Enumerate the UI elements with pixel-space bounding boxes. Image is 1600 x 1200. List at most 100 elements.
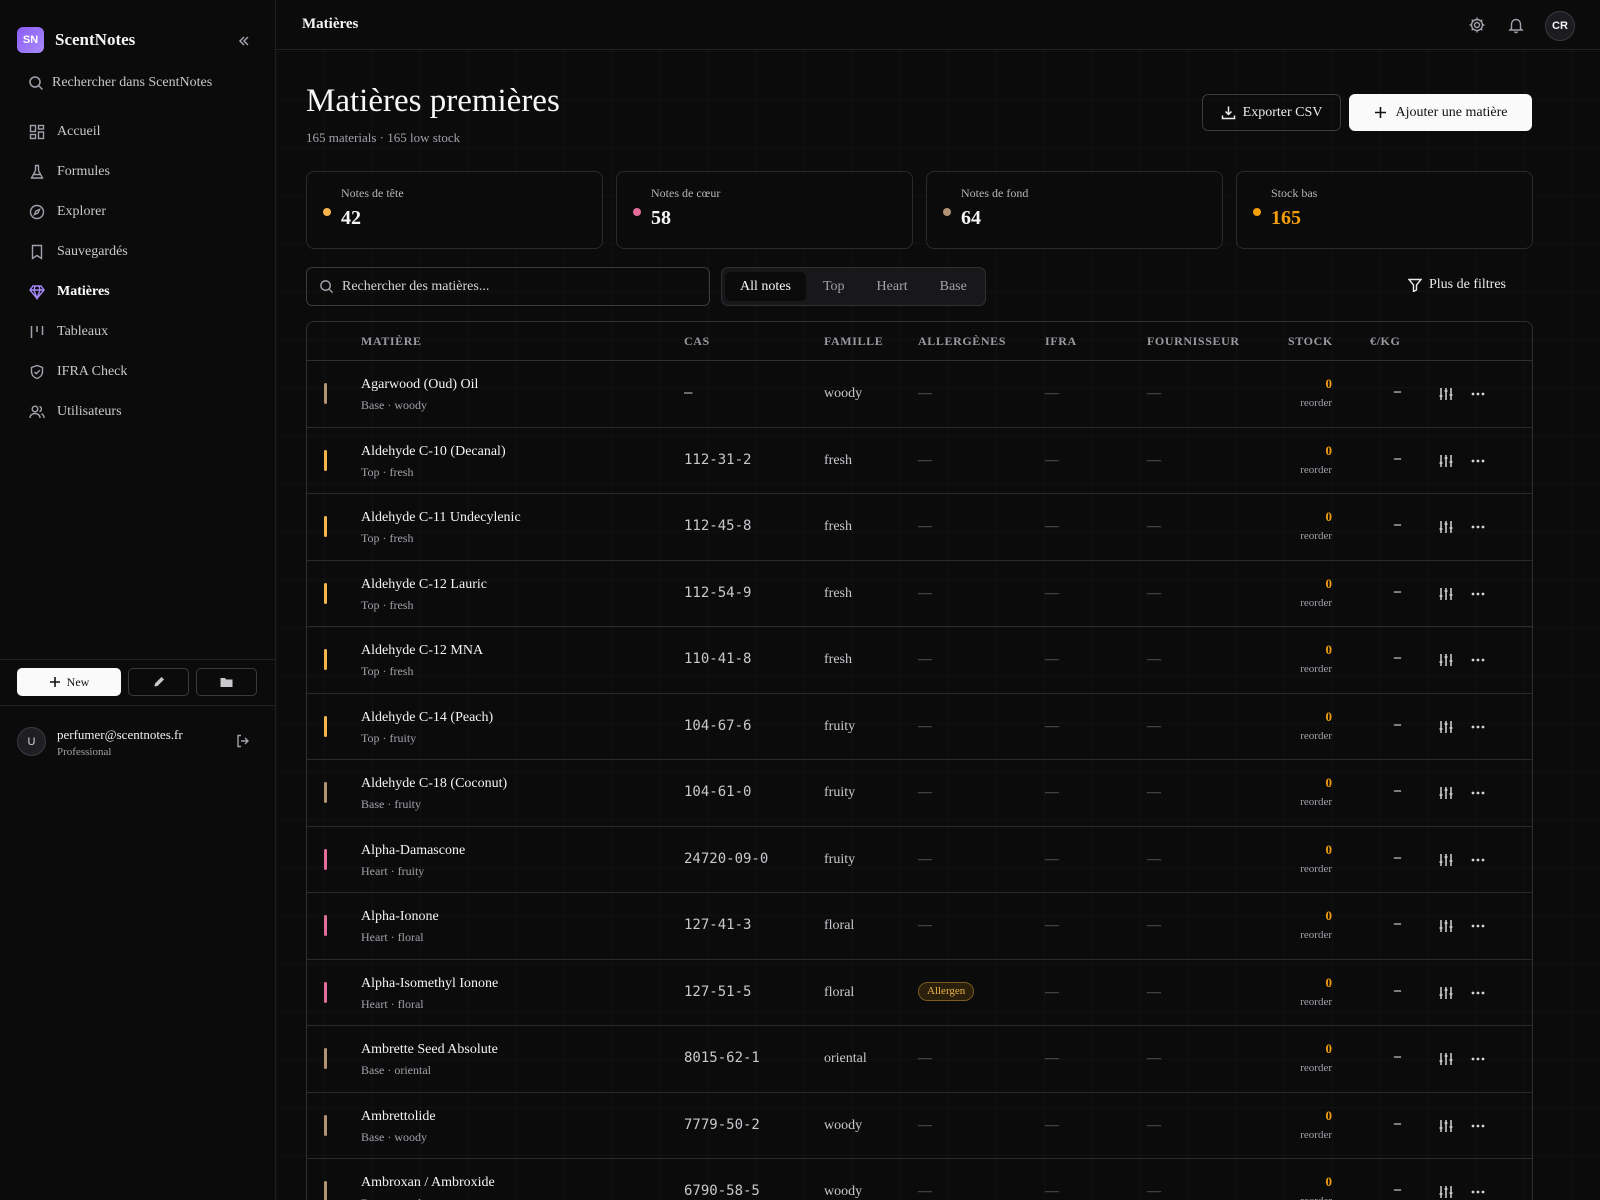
table-row[interactable]: Aldehyde C-12 MNA Top · fresh 110-41-8 fres…	[307, 627, 1532, 694]
sliders-icon[interactable]	[1438, 918, 1454, 934]
brand[interactable]: SN ScentNotes	[17, 27, 135, 53]
folder-button[interactable]	[196, 668, 257, 696]
sidebar-item-matieres[interactable]: Matières	[18, 272, 258, 312]
new-button[interactable]: New	[17, 668, 121, 696]
reorder-label: reorder	[1300, 397, 1332, 409]
more-options-icon[interactable]	[1470, 652, 1486, 668]
allergens-cell: —	[918, 851, 932, 867]
bell-icon[interactable]	[1507, 16, 1525, 34]
material-name: Aldehyde C-18 (Coconut)	[361, 776, 508, 791]
family-cell: fresh	[824, 452, 852, 468]
sliders-icon[interactable]	[1438, 586, 1454, 602]
more-options-icon[interactable]	[1470, 453, 1486, 469]
sidebar-item-label: Explorer	[57, 204, 106, 219]
export-csv-button[interactable]: Exporter CSV	[1202, 94, 1341, 131]
sidebar-item-accueil[interactable]: Accueil	[18, 112, 258, 152]
gear-icon[interactable]	[1468, 16, 1486, 34]
sidebar-item-ifra-check[interactable]: IFRA Check	[18, 352, 258, 392]
more-options-icon[interactable]	[1470, 1051, 1486, 1067]
sliders-icon[interactable]	[1438, 1118, 1454, 1134]
sliders-icon[interactable]	[1438, 519, 1454, 535]
tab-top[interactable]: Top	[808, 272, 860, 301]
sliders-icon[interactable]	[1438, 652, 1454, 668]
sidebar-item-label: Accueil	[57, 124, 101, 139]
more-options-icon[interactable]	[1470, 519, 1486, 535]
table-row[interactable]: Ambroxan / Ambroxide Base · woody 6790-58-…	[307, 1159, 1532, 1200]
table-row[interactable]: Ambrette Seed Absolute Base · oriental 801…	[307, 1026, 1532, 1093]
price-cell: –	[1394, 517, 1401, 532]
materials-search-input[interactable]: Rechercher des matières...	[306, 267, 710, 306]
column-header-matiere[interactable]: MATIÈRE	[361, 334, 422, 349]
column-header-price-per-kg[interactable]: €/KG	[1370, 334, 1400, 349]
column-header-allergenes[interactable]: ALLERGÈNES	[918, 334, 1006, 349]
tab-base[interactable]: Base	[925, 272, 982, 301]
more-options-icon[interactable]	[1470, 586, 1486, 602]
tab-all-notes[interactable]: All notes	[725, 272, 806, 301]
material-meta: Heart · floral	[361, 996, 424, 1011]
table-row[interactable]: Alpha-Damascone Heart · fruity 24720-09-0 f…	[307, 827, 1532, 893]
sliders-icon[interactable]	[1438, 453, 1454, 469]
more-filters-button[interactable]: Plus de filtres	[1408, 277, 1506, 293]
table-row[interactable]: Aldehyde C-12 Lauric Top · fresh 112-54-9 f…	[307, 561, 1532, 627]
more-options-icon[interactable]	[1470, 785, 1486, 801]
more-options-icon[interactable]	[1470, 719, 1486, 735]
ifra-cell: —	[1045, 851, 1059, 867]
stat-value: 42	[341, 207, 361, 229]
column-header-famille[interactable]: FAMILLE	[824, 334, 883, 349]
table-row[interactable]: Aldehyde C-14 (Peach) Top · fruity 104-67-…	[307, 694, 1532, 760]
collapse-sidebar-icon[interactable]	[234, 31, 254, 51]
material-name: Aldehyde C-10 (Decanal)	[361, 443, 506, 459]
table-row[interactable]: Alpha-Ionone Heart · floral 127-41-3 floral…	[307, 893, 1532, 960]
allergens-cell: —	[918, 1051, 932, 1066]
more-options-icon[interactable]	[1470, 985, 1486, 1001]
table-row[interactable]: Agarwood (Oud) Oil Base · woody — woody — — — 0…	[307, 361, 1532, 428]
supplier-cell: —	[1147, 452, 1161, 468]
sidebar-item-utilisateurs[interactable]: Utilisateurs	[18, 392, 258, 432]
column-header-ifra[interactable]: IFRA	[1045, 334, 1077, 349]
table-row[interactable]: Aldehyde C-10 (Decanal) Top · fresh 112-31…	[307, 428, 1532, 494]
more-options-icon[interactable]	[1470, 918, 1486, 934]
sliders-icon[interactable]	[1438, 1051, 1454, 1067]
ifra-cell: —	[1045, 1184, 1059, 1199]
table-row[interactable]: Ambrettolide Base · woody 7779-50-2 woody — —…	[307, 1093, 1532, 1159]
sliders-icon[interactable]	[1438, 386, 1454, 402]
sidebar-item-sauvegardes[interactable]: Sauvegardés	[18, 232, 258, 272]
sliders-icon[interactable]	[1438, 1184, 1454, 1200]
sliders-icon[interactable]	[1438, 785, 1454, 801]
stat-card-low-stock[interactable]: Stock bas 165	[1236, 171, 1533, 249]
more-options-icon[interactable]	[1470, 1118, 1486, 1134]
note-color-bar	[324, 715, 327, 737]
column-header-cas[interactable]: CAS	[684, 334, 710, 349]
sliders-icon[interactable]	[1438, 719, 1454, 735]
avatar[interactable]: CR	[1545, 11, 1575, 41]
stat-card-heart-notes[interactable]: Notes de cœur 58	[616, 171, 913, 249]
more-options-icon[interactable]	[1470, 1184, 1486, 1200]
more-options-icon[interactable]	[1470, 386, 1486, 402]
logout-icon[interactable]	[235, 733, 251, 749]
user-profile[interactable]: U perfumer@scentnotes.fr Professional	[17, 727, 259, 759]
table-row[interactable]: Alpha-Isomethyl Ionone Heart · floral 127-…	[307, 960, 1532, 1026]
cas-number: 110-41-8	[684, 651, 752, 667]
table-row[interactable]: Aldehyde C-11 Undecylenic Top · fresh 112-…	[307, 494, 1532, 561]
reorder-label: reorder	[1300, 1062, 1332, 1074]
add-material-button[interactable]: Ajouter une matière	[1349, 94, 1532, 131]
column-header-stock[interactable]: STOCK	[1288, 334, 1333, 349]
allergens-cell: —	[918, 718, 932, 734]
sidebar-item-explorer[interactable]: Explorer	[18, 192, 258, 232]
sliders-icon[interactable]	[1438, 985, 1454, 1001]
table-row[interactable]: Aldehyde C-18 (Coconut) Base · fruity 104-…	[307, 760, 1532, 827]
price-cell: –	[1394, 1182, 1401, 1197]
sliders-icon[interactable]	[1438, 852, 1454, 868]
column-header-fournisseur[interactable]: FOURNISSEUR	[1147, 334, 1240, 349]
stat-card-top-notes[interactable]: Notes de tête 42	[306, 171, 603, 249]
more-options-icon[interactable]	[1470, 852, 1486, 868]
sidebar-search[interactable]: Rechercher dans ScentNotes	[28, 71, 260, 95]
sidebar-item-tableaux[interactable]: Tableaux	[18, 312, 258, 352]
stat-card-base-notes[interactable]: Notes de fond 64	[926, 171, 1223, 249]
supplier-cell: —	[1147, 851, 1161, 867]
edit-button[interactable]	[128, 668, 189, 696]
price-cell: –	[1394, 1115, 1401, 1131]
tab-heart[interactable]: Heart	[862, 272, 923, 301]
status-dot	[633, 208, 641, 216]
sidebar-item-formules[interactable]: Formules	[18, 152, 258, 192]
